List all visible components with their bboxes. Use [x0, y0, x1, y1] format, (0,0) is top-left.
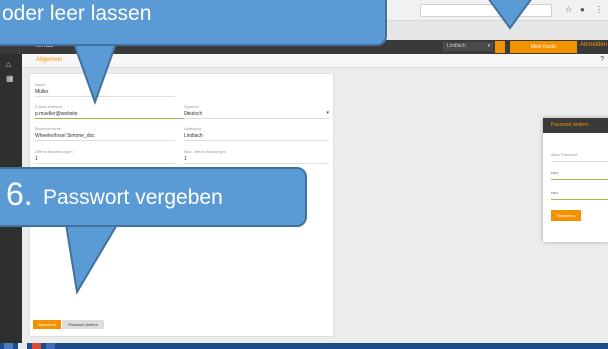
max-bookings-label: Max. offene Buchungen — [184, 149, 227, 154]
department-field[interactable]: Abteilung Lindlach — [184, 126, 329, 141]
language-select[interactable]: Deutsch ▾ — [184, 110, 329, 119]
callout-top: oder leer lassen — [0, 0, 387, 46]
max-bookings-value: 1 — [184, 156, 329, 164]
help-icon[interactable]: ? — [600, 56, 604, 63]
user-icon[interactable]: ● — [580, 5, 585, 14]
calendar-icon[interactable]: ▦ — [6, 74, 14, 83]
callout-top-right-tail — [488, 0, 532, 30]
location-select[interactable]: Lindlach ▾ — [443, 42, 493, 51]
username-value: Wheeler/Insel Simone_doc — [35, 133, 175, 141]
repeat-password-field[interactable]: ••••• — [551, 190, 608, 200]
start-icon[interactable] — [4, 343, 13, 349]
department-label: Abteilung — [184, 126, 201, 131]
max-bookings-field[interactable]: Max. offene Buchungen 1 — [184, 149, 329, 164]
logout-link[interactable]: Abmelden — [580, 42, 607, 48]
language-value: Deutsch — [184, 111, 203, 117]
email-text: p.mueller@website — [35, 111, 78, 117]
new-password-field[interactable]: ••••• — [551, 170, 608, 180]
callout-bottom: 6. Passwort vergeben — [0, 167, 307, 227]
location-select-value: Lindlach — [447, 43, 466, 49]
change-password-button[interactable]: Passwort ändern — [62, 320, 104, 329]
open-applications-value: 1 — [35, 156, 175, 164]
user-icon[interactable] — [495, 41, 505, 53]
chevron-down-icon: ▾ — [487, 43, 490, 49]
callout-bottom-tail — [63, 218, 123, 295]
email-value: p.mueller@website ✓ — [35, 111, 190, 119]
star-icon[interactable]: ☆ — [565, 5, 572, 14]
callout-top-tail — [70, 38, 120, 105]
password-dialog: Passwort ändern Altes Passwort ••••• •••… — [543, 118, 608, 242]
home-icon[interactable]: ⌂ — [6, 60, 11, 69]
account-button[interactable]: Mein Konto — [510, 41, 577, 53]
tab-general[interactable]: Allgemein — [36, 57, 62, 63]
open-applications-label: Offene Bewerbungen — [35, 149, 73, 154]
chevron-down-icon: ▾ — [326, 110, 329, 116]
save-button[interactable]: Speichern — [33, 320, 61, 329]
browser-taskbar-icon[interactable] — [18, 343, 27, 349]
os-taskbar — [0, 343, 608, 349]
chrome-taskbar-icon[interactable] — [32, 343, 41, 349]
language-label: Sprache — [184, 104, 199, 109]
menu-icon[interactable]: ⋮ — [595, 5, 603, 14]
old-password-field[interactable]: Altes Passwort — [551, 152, 608, 162]
open-applications-field[interactable]: Offene Bewerbungen 1 — [35, 149, 175, 164]
language-field[interactable]: Sprache Deutsch ▾ — [184, 104, 329, 119]
app-taskbar-icon[interactable] — [46, 343, 55, 349]
callout-step-number: 6. — [6, 176, 33, 212]
department-value: Lindlach — [184, 133, 329, 141]
callout-bottom-text: Passwort vergeben — [43, 186, 223, 209]
callout-top-text: oder leer lassen — [2, 2, 152, 25]
dialog-save-button[interactable]: Speichern — [551, 210, 581, 221]
username-label: Benutzername — [35, 126, 62, 131]
dialog-title: Passwort ändern — [543, 118, 608, 133]
username-field[interactable]: Benutzername Wheeler/Insel Simone_doc — [35, 126, 175, 141]
